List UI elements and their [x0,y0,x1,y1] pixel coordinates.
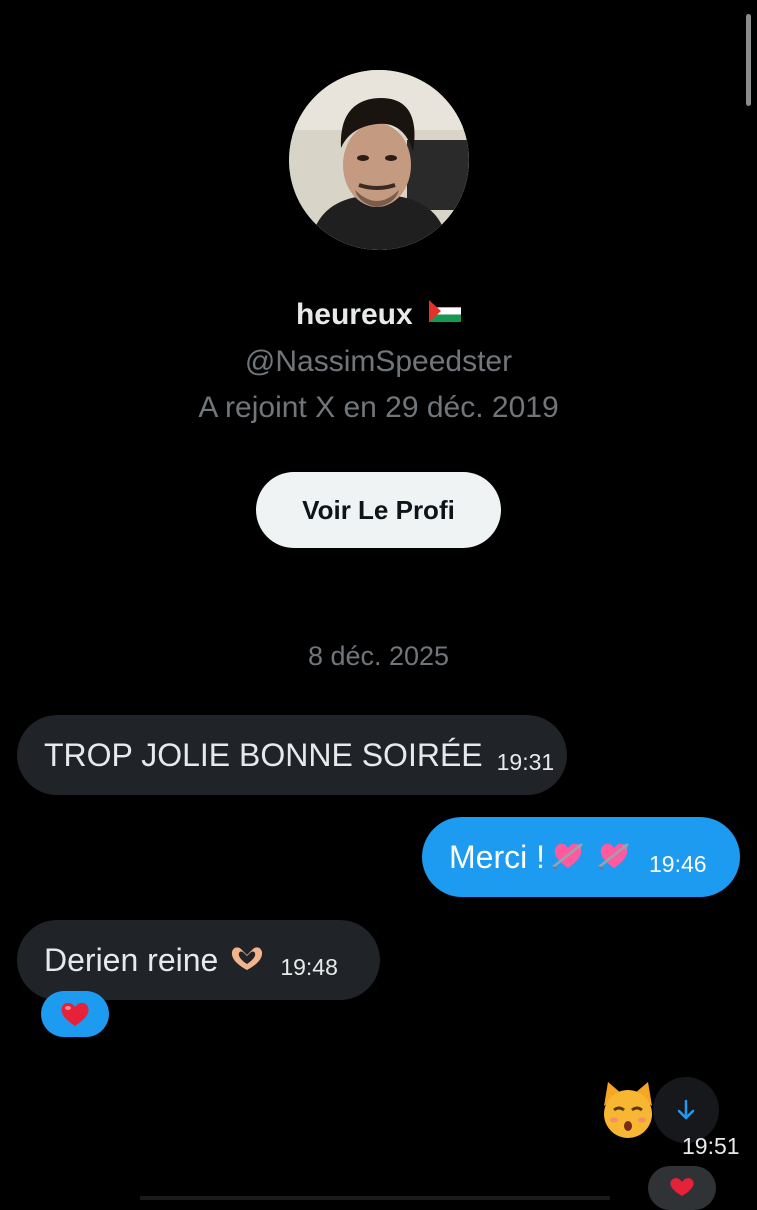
joined-date: A rejoint X en 29 déc. 2019 [198,391,559,424]
palestine-flag-icon [429,296,462,330]
message-time: 19:48 [280,953,338,980]
red-heart-icon [670,1178,694,1196]
heart-with-arrow-icon [597,839,631,876]
avatar-image [289,70,469,250]
message-reaction[interactable] [648,1166,716,1210]
message-text: Derien reine [44,941,219,978]
message-bubble-outgoing[interactable]: Merci ! 19:46 [422,817,740,897]
date-separator: 8 déc. 2025 [307,641,450,671]
message-bubble-incoming[interactable]: TROP JOLIE BONNE SOIRÉE 19:31 [17,715,567,795]
red-heart-icon [61,1002,89,1026]
profile-handle: @NassimSpeedster [244,345,513,378]
message-time: 19:51 [682,1133,740,1159]
heart-hands-icon [228,943,266,978]
message-text: TROP JOLIE BONNE SOIRÉE [44,736,483,773]
heart-with-arrow-icon [551,839,585,876]
message-time: 19:46 [649,850,707,877]
message-bubble-incoming[interactable]: Derien reine 19:48 [17,920,380,1000]
kissing-cat-icon[interactable] [598,1080,658,1145]
bottom-edge [140,1196,610,1200]
message-time: 19:31 [496,748,555,775]
message-reaction[interactable] [41,991,109,1037]
profile-name-row: heureux [0,298,757,332]
message-text: Merci ! [449,838,545,875]
scrollbar[interactable] [746,14,751,106]
avatar[interactable] [289,70,469,250]
arrow-down-icon [677,1099,695,1120]
view-profile-button[interactable]: Voir Le Profi [256,472,501,548]
display-name: heureux [295,298,413,331]
